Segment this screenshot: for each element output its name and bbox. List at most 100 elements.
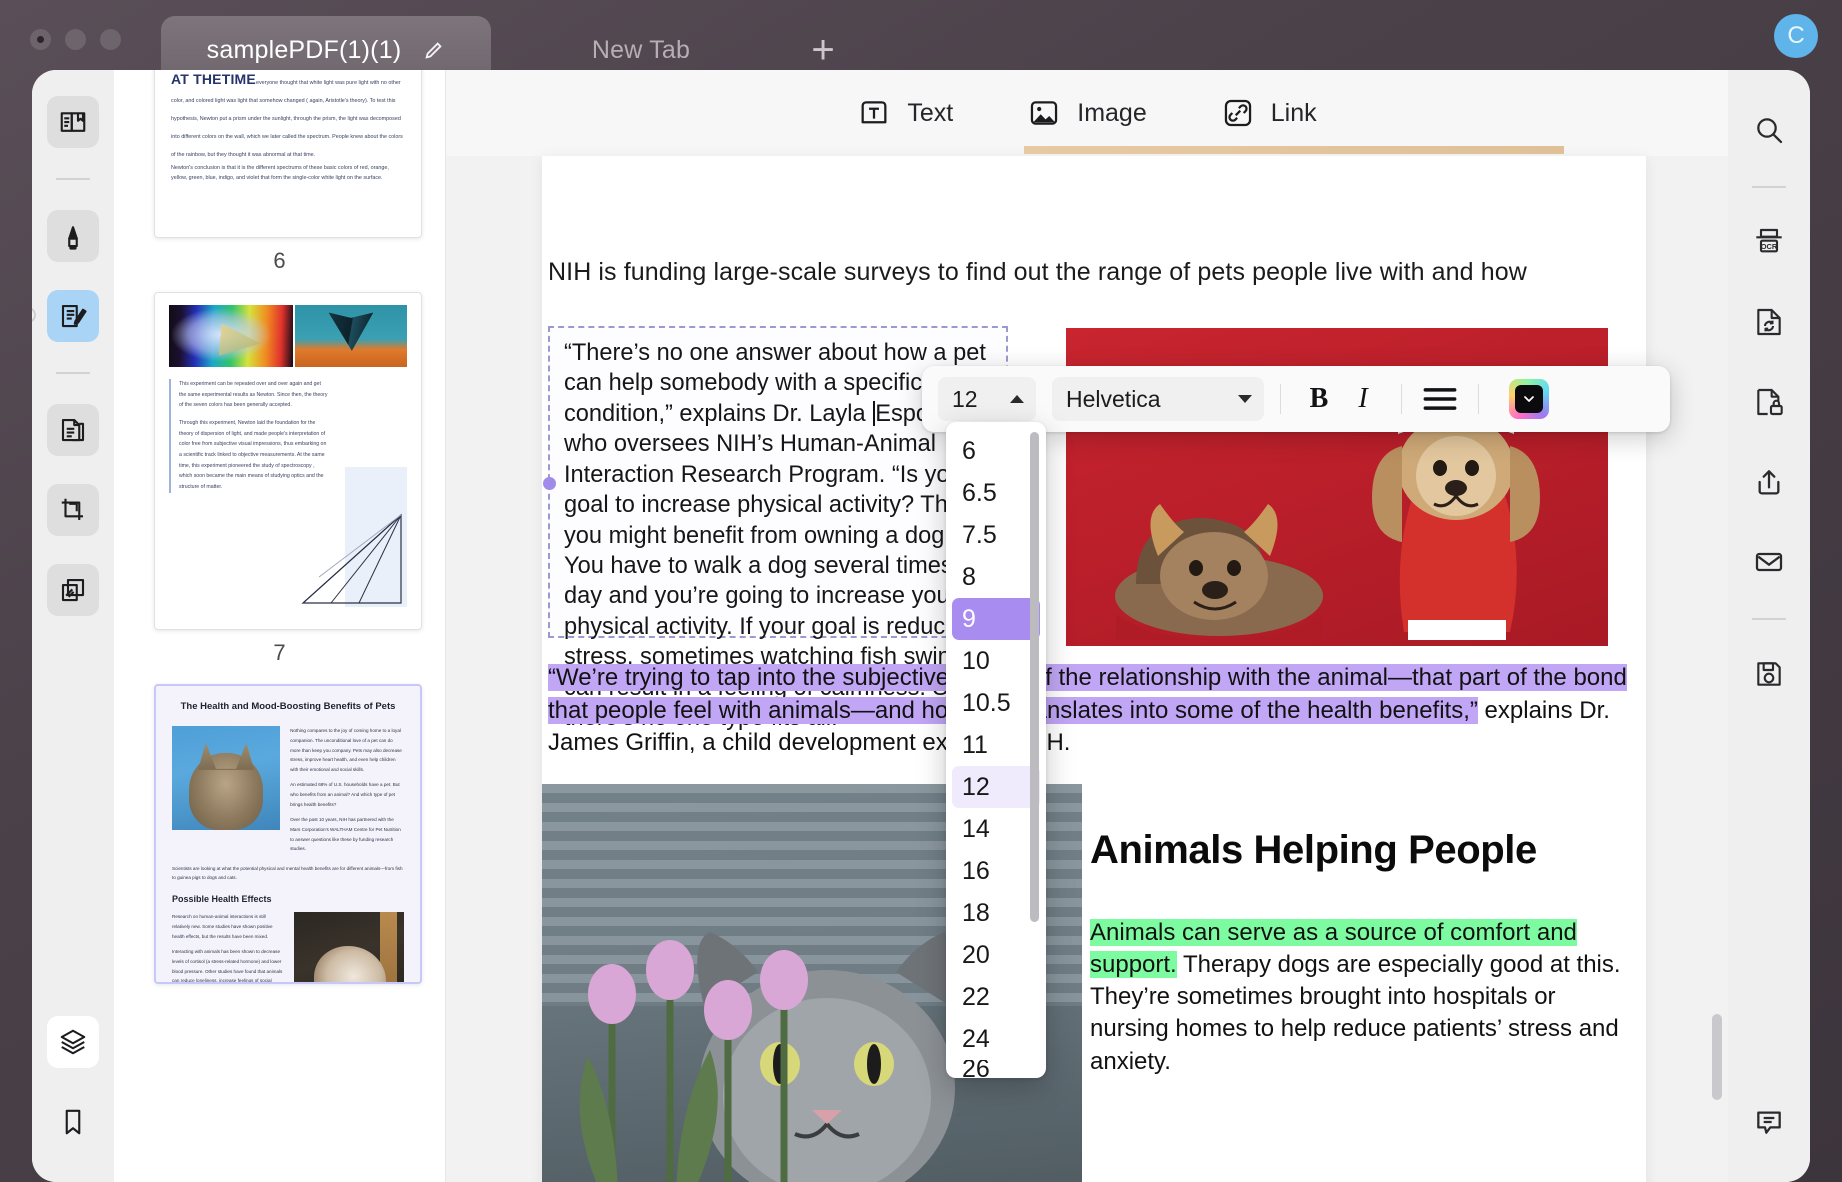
thumb-para-2: Through this experiment, Newton laid the… <box>179 418 329 493</box>
thumbnail-item[interactable]: This experiment can be repeated over and… <box>154 292 405 666</box>
section-heading: Animals Helping People <box>1090 828 1638 873</box>
italic-button[interactable]: I <box>1341 377 1385 421</box>
font-family-value: Helvetica <box>1066 386 1161 413</box>
thumb-sub-text: Research on human-animal interactions is… <box>172 912 284 984</box>
rail-divider <box>56 372 90 374</box>
thumbnail-list: AT THETIMEeveryone thought that white li… <box>114 70 445 984</box>
cat-image <box>172 726 280 830</box>
edit-pdf-icon[interactable] <box>47 290 99 342</box>
page-scrollbar-thumb[interactable] <box>1712 1014 1722 1100</box>
pencil-icon[interactable] <box>423 39 445 61</box>
rail-divider <box>56 178 90 180</box>
avatar[interactable]: C <box>1774 14 1818 58</box>
tab-title: samplePDF(1)(1) <box>207 36 402 65</box>
add-image-button[interactable]: Image <box>1027 96 1146 130</box>
section-animals-helping-people[interactable]: Animals Helping People Animals can serve… <box>1090 828 1638 1078</box>
toolbar-label: Text <box>907 99 953 128</box>
chevron-down-icon[interactable] <box>1238 395 1252 403</box>
thumb-sub-p2: Interacting with animals has been shown … <box>172 947 284 984</box>
panel-resize-handle[interactable] <box>32 307 36 323</box>
prism-image <box>295 305 407 367</box>
size-option-selected[interactable]: 9 <box>952 598 1040 640</box>
prism-diagram <box>301 507 407 607</box>
dog-image <box>294 912 404 984</box>
thumb-heading: AT THETIME <box>171 71 256 87</box>
thumb-row-2: Research on human-animal interactions is… <box>172 912 404 984</box>
thumb-page-number: 6 <box>154 248 405 274</box>
french-bulldog-illustration <box>1096 464 1342 642</box>
thumb-page-number: 7 <box>154 640 405 666</box>
thumbnail-item[interactable]: The Health and Mood-Boosting Benefits of… <box>154 684 405 984</box>
svg-text:OCR: OCR <box>1761 242 1778 251</box>
thumbnail-panel[interactable]: AT THETIMEeveryone thought that white li… <box>114 70 446 1182</box>
toolbar-divider <box>1478 384 1479 414</box>
rail-divider <box>1752 186 1786 188</box>
color-picker-button[interactable] <box>1509 379 1549 419</box>
app-body: AT THETIMEeveryone thought that white li… <box>32 70 1810 1182</box>
save-icon[interactable] <box>1743 648 1795 700</box>
dropdown-scrollbar-thumb[interactable] <box>1030 432 1039 922</box>
thumb-full-line: Scientists are looking at what the poten… <box>172 864 404 882</box>
page-thumbnail-7[interactable]: This experiment can be repeated over and… <box>154 292 422 630</box>
purple-highlight-text: “We’re trying to tap into the subjective… <box>548 664 1627 724</box>
minimize-button[interactable] <box>65 29 86 50</box>
thumbnail-item[interactable]: AT THETIMEeveryone thought that white li… <box>154 70 405 274</box>
size-option-hovered[interactable]: 12 <box>952 766 1040 808</box>
page-organize-icon[interactable] <box>47 404 99 456</box>
share-icon[interactable] <box>1743 456 1795 508</box>
bold-button[interactable]: B <box>1297 377 1341 421</box>
page-thumbnail-8[interactable]: The Health and Mood-Boosting Benefits of… <box>154 684 422 984</box>
page-decoration-bar <box>1024 146 1564 154</box>
spectrum-image <box>169 305 293 367</box>
font-size-dropdown[interactable]: 6 6.5 7.5 8 9 10 10.5 11 12 14 16 18 20 … <box>946 422 1046 1078</box>
highlighted-quote[interactable]: “We’re trying to tap into the subjective… <box>548 662 1638 760</box>
convert-icon[interactable] <box>1743 296 1795 348</box>
reader-view-icon[interactable] <box>47 96 99 148</box>
protect-lock-icon[interactable] <box>1743 376 1795 428</box>
page-thumbnail-6[interactable]: AT THETIMEeveryone thought that white li… <box>154 70 422 238</box>
highlighter-icon[interactable] <box>47 210 99 262</box>
rail-divider <box>1752 618 1786 620</box>
right-tool-rail: OCR <box>1728 70 1810 1182</box>
font-size-value: 12 <box>952 386 978 413</box>
section-paragraph: Animals can serve as a source of comfort… <box>1090 917 1638 1078</box>
thumb-images <box>169 305 407 367</box>
thumb-col-p3: Over the past 10 years, NIH has partnere… <box>290 815 404 854</box>
toolbar-divider <box>1280 384 1281 414</box>
tab-title: New Tab <box>592 36 690 65</box>
align-button[interactable] <box>1418 377 1462 421</box>
pdf-page[interactable]: NIH is funding large-scale surveys to fi… <box>542 156 1646 1182</box>
thumb-body-2: Newton's conclusion is that it is the di… <box>171 164 405 184</box>
comment-icon[interactable] <box>1743 1096 1795 1148</box>
thumb-subtitle: Possible Health Effects <box>172 894 404 904</box>
add-link-button[interactable]: Link <box>1221 96 1317 130</box>
align-icon <box>1418 377 1462 421</box>
window-controls <box>30 29 121 50</box>
thumb-title: The Health and Mood-Boosting Benefits of… <box>172 700 404 714</box>
email-icon[interactable] <box>1743 536 1795 588</box>
app-window: samplePDF(1)(1) New Tab + C <box>0 0 1842 1182</box>
toolbar-label: Image <box>1077 99 1146 128</box>
chevron-up-icon[interactable] <box>1010 395 1024 403</box>
crop-icon[interactable] <box>47 484 99 536</box>
compress-icon[interactable] <box>47 564 99 616</box>
left-tool-rail <box>32 70 114 1182</box>
thumb-body: everyone thought that white light was pu… <box>171 80 403 158</box>
thumb-col-p2: An estimated 68% of U.S. households have… <box>290 780 404 809</box>
search-icon[interactable] <box>1743 104 1795 156</box>
layers-icon[interactable] <box>47 1016 99 1068</box>
maximize-button[interactable] <box>100 29 121 50</box>
accent-bar <box>169 379 171 493</box>
font-size-field[interactable]: 12 <box>938 377 1036 421</box>
toolbar-label: Link <box>1271 99 1317 128</box>
content-toolbar: Text Image <box>446 70 1728 156</box>
resize-handle-left[interactable] <box>543 477 556 490</box>
bookmark-icon[interactable] <box>47 1096 99 1148</box>
chevron-down-icon <box>1521 391 1537 407</box>
add-text-button[interactable]: Text <box>857 96 953 130</box>
font-family-field[interactable]: Helvetica <box>1052 377 1264 421</box>
ocr-icon[interactable]: OCR <box>1743 216 1795 268</box>
thumb-col-p1: Nothing compares to the joy of coming ho… <box>290 726 404 774</box>
close-button[interactable] <box>30 29 51 50</box>
thumb-paragraphs: This experiment can be repeated over and… <box>179 379 329 493</box>
